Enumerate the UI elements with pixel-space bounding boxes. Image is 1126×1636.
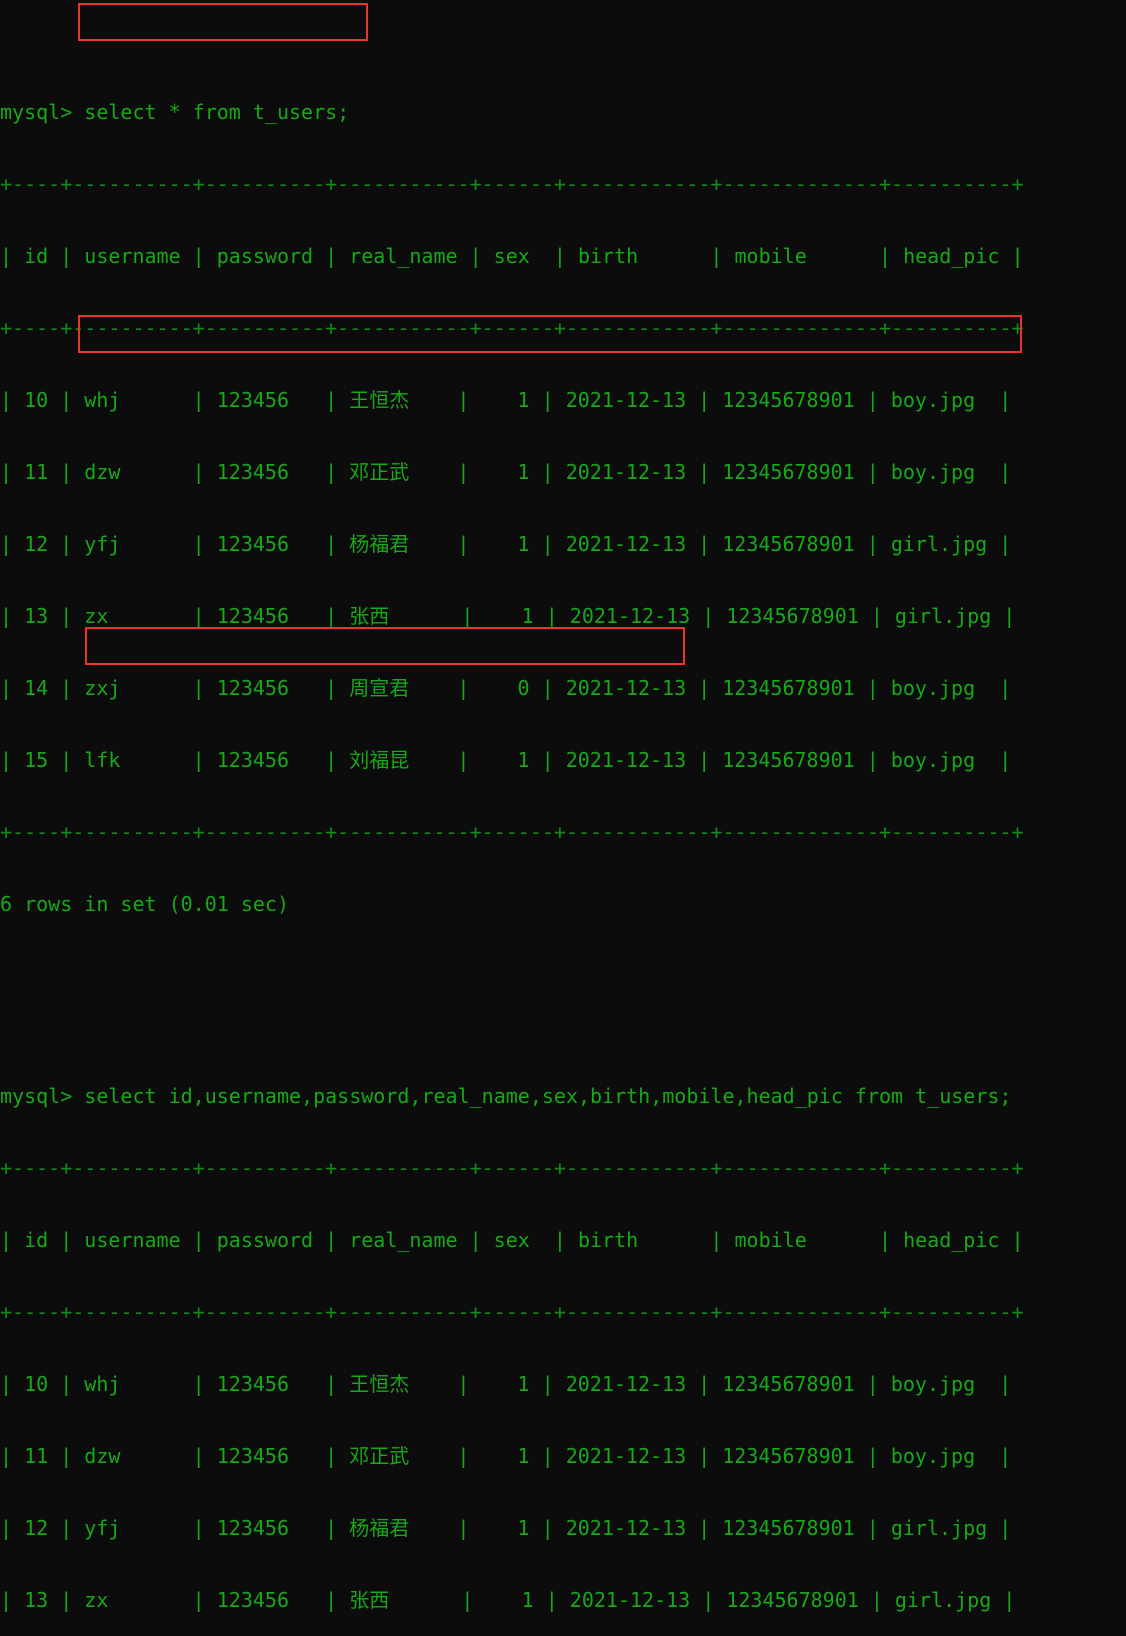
table-rule-mid-1: +----+----------+----------+-----------+… <box>0 316 1024 340</box>
command-line-2[interactable]: mysql> select id,username,password,real_… <box>0 1084 1024 1108</box>
table-row: | 10 | whj | 123456 | 王恒杰 | 1 | 2021-12-… <box>0 1372 1012 1396</box>
table-row: | 14 | zxj | 123456 | 周宣君 | 0 | 2021-12-… <box>0 676 1012 700</box>
query-text-1[interactable]: select * from t_users; <box>84 100 349 124</box>
table-row: | 13 | zx | 123456 | 张西 | 1 | 2021-12-13… <box>0 1588 1016 1612</box>
table-row: | 10 | whj | 123456 | 王恒杰 | 1 | 2021-12-… <box>0 388 1012 412</box>
status-line-1: 6 rows in set (0.01 sec) <box>0 892 289 916</box>
table-row: | 15 | lfk | 123456 | 刘福昆 | 1 | 2021-12-… <box>0 748 1012 772</box>
query-text-2[interactable]: select id,username,password,real_name,se… <box>84 1084 1011 1108</box>
table-row: | 11 | dzw | 123456 | 邓正武 | 1 | 2021-12-… <box>0 1444 1012 1468</box>
terminal-window: mysql> select * from t_users; +----+----… <box>0 0 1126 1612</box>
command-line-1[interactable]: mysql> select * from t_users; <box>0 100 1024 124</box>
terminal-screen: mysql> select * from t_users; +----+----… <box>0 0 1024 1636</box>
prompt-1: mysql> <box>0 100 85 124</box>
table-header-2: | id | username | password | real_name |… <box>0 1228 1024 1252</box>
table-header-1: | id | username | password | real_name |… <box>0 244 1024 268</box>
table-rule-top-2: +----+----------+----------+-----------+… <box>0 1156 1024 1180</box>
table-rule-bottom-1: +----+----------+----------+-----------+… <box>0 820 1024 844</box>
prompt-2: mysql> <box>0 1084 85 1108</box>
table-row: | 12 | yfj | 123456 | 杨福君 | 1 | 2021-12-… <box>0 1516 1012 1540</box>
table-rule-mid-2: +----+----------+----------+-----------+… <box>0 1300 1024 1324</box>
table-row: | 13 | zx | 123456 | 张西 | 1 | 2021-12-13… <box>0 604 1016 628</box>
table-row: | 11 | dzw | 123456 | 邓正武 | 1 | 2021-12-… <box>0 460 1012 484</box>
table-rule-top-1: +----+----------+----------+-----------+… <box>0 172 1024 196</box>
table-row: | 12 | yfj | 123456 | 杨福君 | 1 | 2021-12-… <box>0 532 1012 556</box>
